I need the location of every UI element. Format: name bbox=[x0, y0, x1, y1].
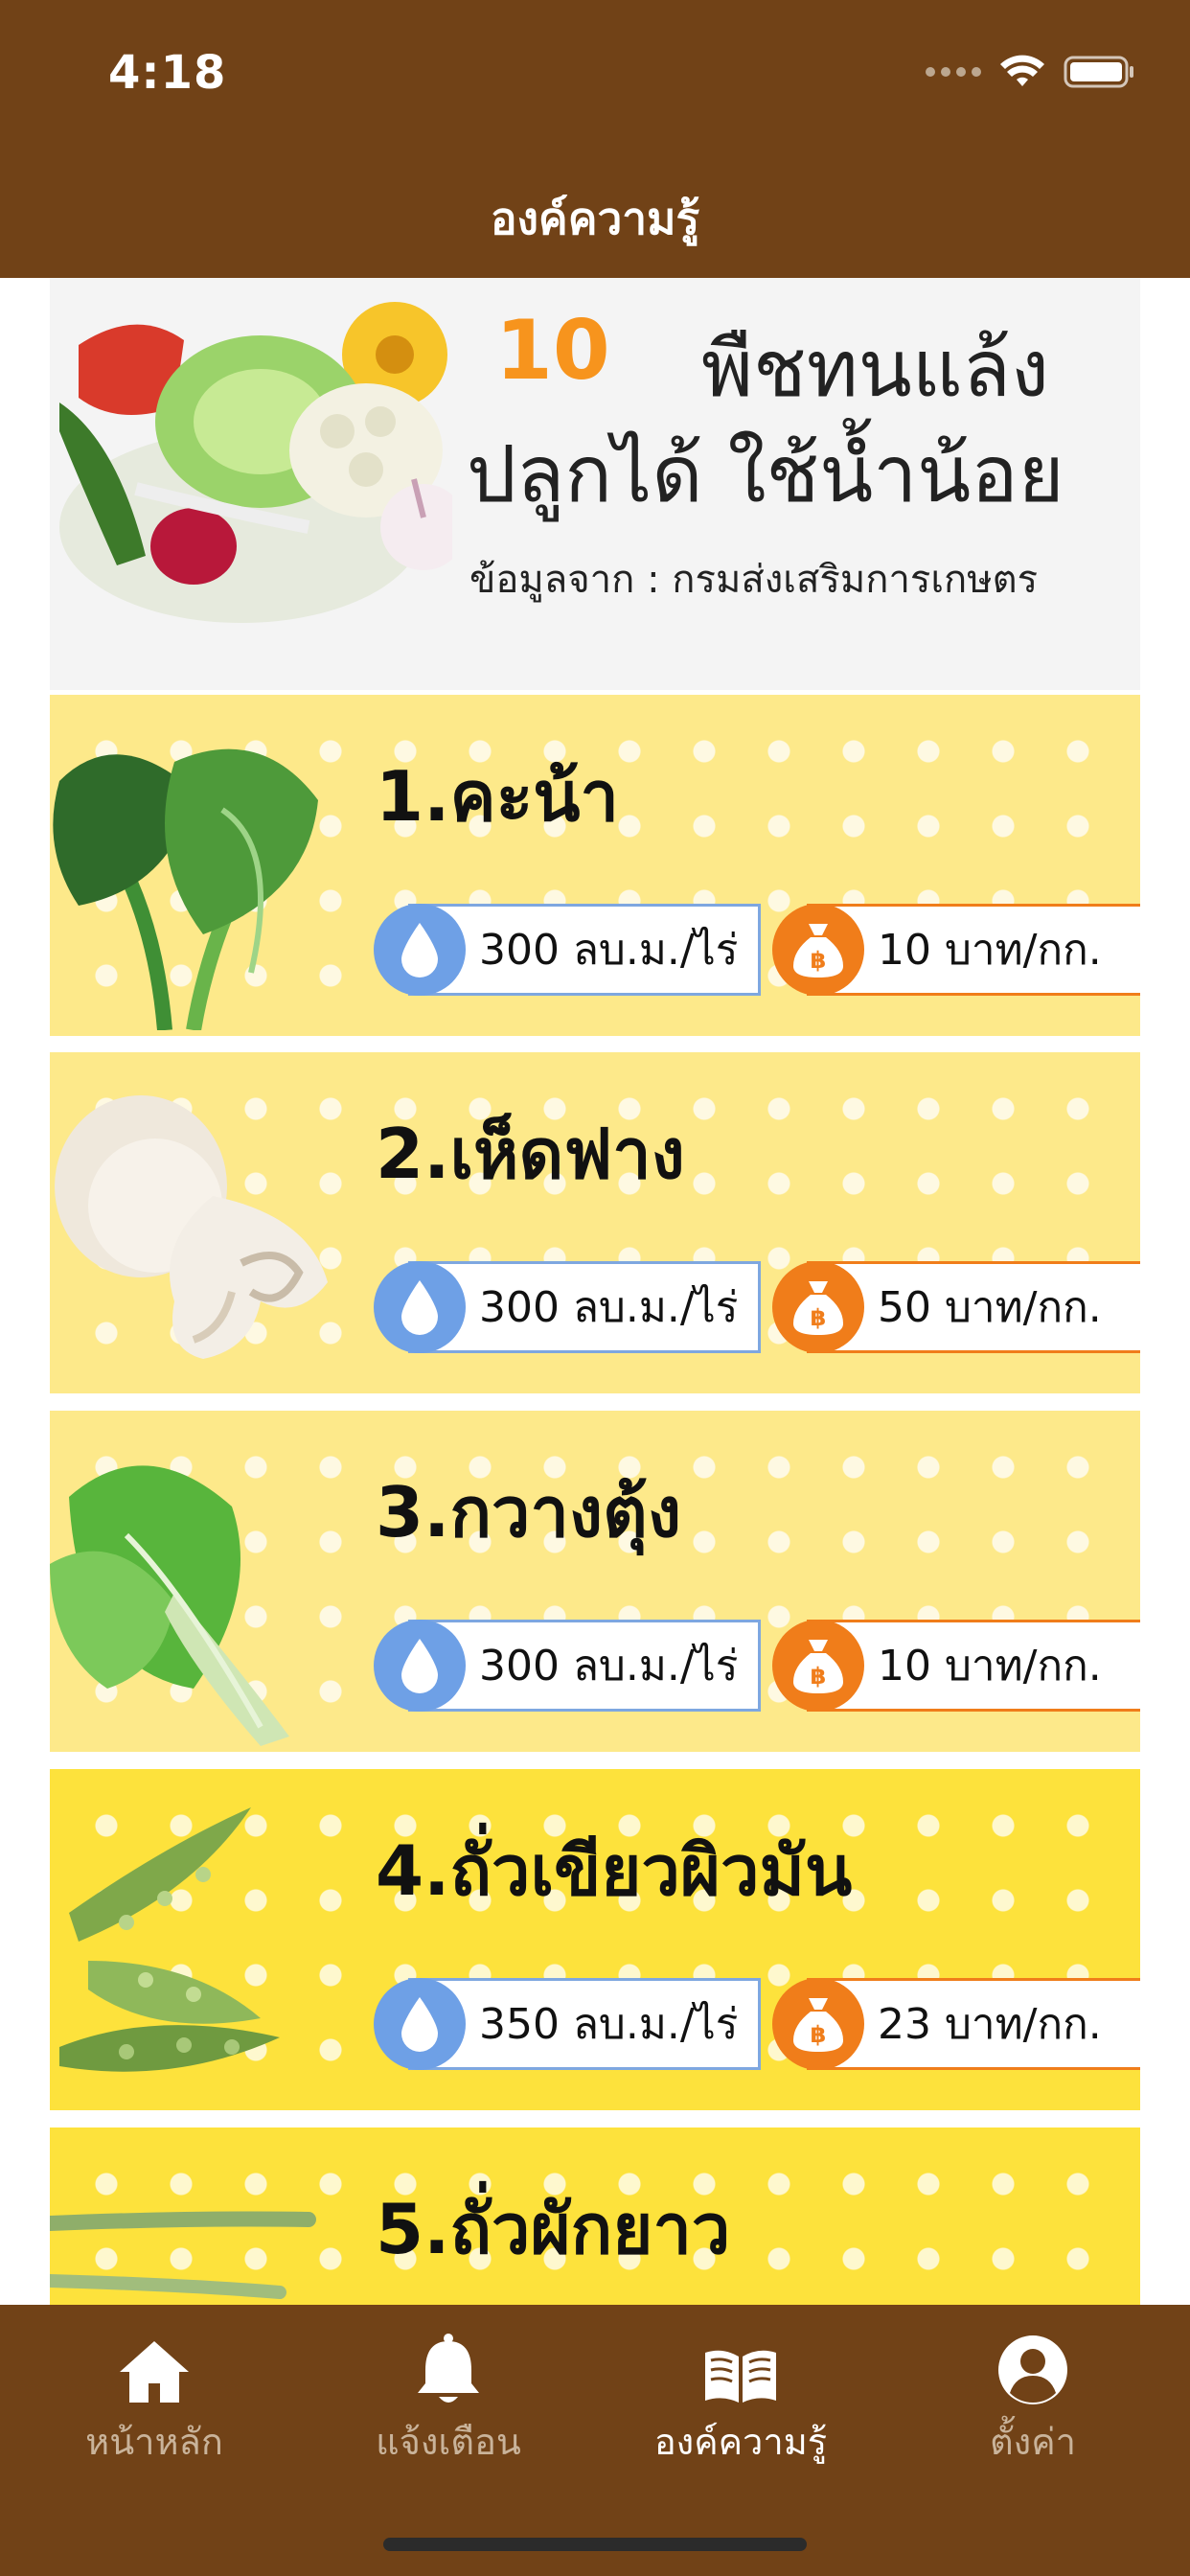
battery-icon bbox=[1064, 56, 1133, 88]
kale-illustration bbox=[53, 748, 318, 1030]
crop-card[interactable]: 4.ถั่วเขียวผิวมัน 350 ลบ.ม./ไร่ ฿ 23 บาท… bbox=[50, 1769, 1140, 2110]
money-bag-icon: ฿ bbox=[772, 1978, 864, 2070]
tab-label: องค์ความรู้ bbox=[653, 2421, 828, 2463]
water-value: 300 ลบ.ม./ไร่ bbox=[479, 1283, 739, 1332]
status-time: 4:18 bbox=[108, 46, 227, 100]
tab-knowledge[interactable]: องค์ความรู้ bbox=[616, 2328, 865, 2463]
price: ฿ 10 บาท/กก. bbox=[772, 904, 1140, 996]
home-indicator[interactable] bbox=[383, 2538, 807, 2551]
tab-label: ตั้งค่า bbox=[990, 2421, 1076, 2463]
tab-label: แจ้งเตือน bbox=[376, 2421, 521, 2463]
book-icon bbox=[705, 2350, 776, 2403]
crop-title: 1.คะน้า bbox=[376, 756, 619, 837]
money-bag-icon: ฿ bbox=[772, 1261, 864, 1353]
svg-text:฿: ฿ bbox=[811, 2021, 827, 2048]
crop-card[interactable]: 2.เห็ดฟาง 300 ลบ.ม./ไร่ ฿ 50 บาท/กก. bbox=[50, 1052, 1140, 1393]
hero-source: ข้อมูลจาก : กรมส่งเสริมการเกษตร bbox=[469, 558, 1039, 602]
price-value: 23 บาท/กก. bbox=[878, 2000, 1102, 2049]
water-drop-icon bbox=[374, 1620, 466, 1712]
yardlong-bean-illustration bbox=[50, 2211, 316, 2299]
water-usage: 300 ลบ.ม./ไร่ bbox=[374, 904, 761, 996]
price: ฿ 10 บาท/กก. bbox=[772, 1620, 1140, 1712]
hero-number: 10 bbox=[495, 303, 610, 399]
water-usage: 300 ลบ.ม./ไร่ bbox=[374, 1261, 761, 1353]
water-value: 350 ลบ.ม./ไร่ bbox=[479, 2000, 739, 2049]
tab-label: หน้าหลัก bbox=[85, 2421, 223, 2463]
price: ฿ 23 บาท/กก. bbox=[772, 1978, 1140, 2070]
water-drop-icon bbox=[374, 904, 466, 996]
crop-card[interactable]: 5.ถั่วผักยาว bbox=[50, 2128, 1140, 2305]
water-value: 300 ลบ.ม./ไร่ bbox=[479, 1642, 739, 1690]
user-icon bbox=[998, 2335, 1067, 2404]
app-header: 4:18 องค์ความรู้ bbox=[0, 0, 1190, 278]
mushroom-illustration bbox=[55, 1095, 328, 1359]
crop-card[interactable]: 3.กวางตุ้ง 300 ลบ.ม./ไร่ ฿ 10 บาท/กก. bbox=[50, 1411, 1140, 1752]
price-value: 50 บาท/กก. bbox=[878, 1283, 1102, 1332]
water-drop-icon bbox=[374, 1261, 466, 1353]
status-icons bbox=[926, 54, 1136, 90]
bok-choy-illustration bbox=[50, 1465, 289, 1746]
home-icon bbox=[120, 2341, 189, 2403]
tab-home[interactable]: หน้าหลัก bbox=[30, 2328, 279, 2463]
hero-banner: 10 พืชทนแล้ง ปลูกได้ ใช้น้ำน้อย ข้อมูลจา… bbox=[50, 278, 1140, 690]
water-drop-icon bbox=[374, 1978, 466, 2070]
price: ฿ 50 บาท/กก. bbox=[772, 1261, 1140, 1353]
tab-settings[interactable]: ตั้งค่า bbox=[908, 2328, 1157, 2463]
hero-title-line2: ปลูกได้ ใช้น้ำน้อย bbox=[467, 429, 1064, 520]
wifi-icon bbox=[1000, 55, 1044, 86]
money-bag-icon: ฿ bbox=[772, 1620, 864, 1712]
water-usage: 350 ลบ.ม./ไร่ bbox=[374, 1978, 761, 2070]
crop-card[interactable]: 1.คะน้า 300 ลบ.ม./ไร่ ฿ 10 บาท/กก. bbox=[50, 695, 1140, 1036]
price-value: 10 บาท/กก. bbox=[878, 926, 1102, 975]
svg-text:฿: ฿ bbox=[811, 1663, 827, 1690]
page-title: องค์ความรู้ bbox=[490, 193, 700, 244]
water-value: 300 ลบ.ม./ไร่ bbox=[479, 926, 739, 975]
signal-icon bbox=[926, 67, 981, 77]
money-bag-icon: ฿ bbox=[772, 904, 864, 996]
crop-title: 5.ถั่วผักยาว bbox=[376, 2189, 731, 2269]
tab-notifications[interactable]: แจ้งเตือน bbox=[324, 2328, 573, 2463]
svg-text:฿: ฿ bbox=[811, 1304, 827, 1331]
bell-icon bbox=[418, 2334, 479, 2403]
mung-bean-illustration bbox=[59, 1807, 280, 2072]
crop-title: 4.ถั่วเขียวผิวมัน bbox=[376, 1830, 853, 1911]
tab-bar: หน้าหลัก แจ้งเตือน องค์ความรู้ ตั้งค่า bbox=[0, 2305, 1190, 2576]
crop-title: 2.เห็ดฟาง bbox=[376, 1114, 685, 1194]
knowledge-content[interactable]: 10 พืชทนแล้ง ปลูกได้ ใช้น้ำน้อย ข้อมูลจา… bbox=[0, 278, 1190, 2305]
crop-title: 3.กวางตุ้ง bbox=[376, 1472, 681, 1552]
price-value: 10 บาท/กก. bbox=[878, 1642, 1102, 1690]
water-usage: 300 ลบ.ม./ไร่ bbox=[374, 1620, 761, 1712]
svg-text:฿: ฿ bbox=[811, 947, 827, 974]
vegetables-illustration bbox=[59, 302, 452, 623]
